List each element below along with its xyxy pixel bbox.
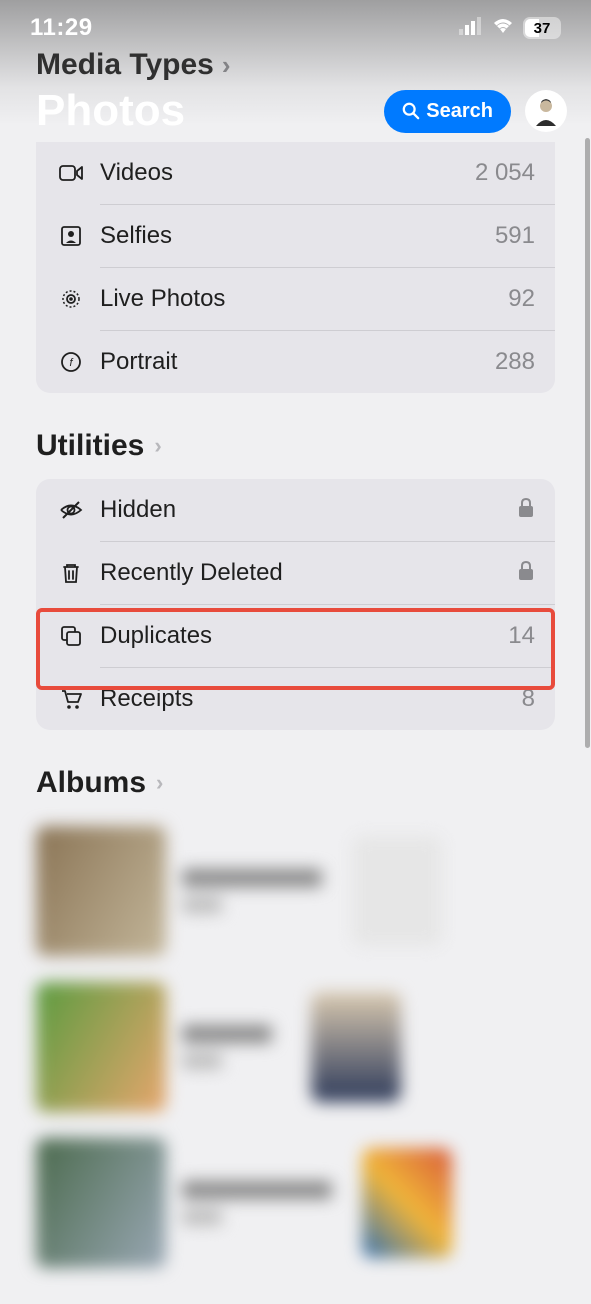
chevron-right-icon: › xyxy=(222,50,231,81)
live-photos-label: Live Photos xyxy=(100,285,508,313)
utilities-card: Hidden Recently Deleted Duplicates 14 Re… xyxy=(36,479,555,730)
lock-icon xyxy=(517,561,535,586)
portrait-row[interactable]: f Portrait 288 xyxy=(36,331,555,393)
albums-title: Albums xyxy=(36,766,146,800)
status-right: 37 xyxy=(459,17,561,40)
scroll-indicator[interactable] xyxy=(585,138,590,748)
hidden-label: Hidden xyxy=(100,496,517,524)
battery-icon: 37 xyxy=(523,17,561,39)
lock-icon xyxy=(517,498,535,523)
chevron-right-icon: › xyxy=(154,433,161,459)
portrait-icon: f xyxy=(56,350,86,374)
utilities-title: Utilities xyxy=(36,429,144,463)
search-button[interactable]: Search xyxy=(384,90,511,133)
trash-icon xyxy=(56,561,86,585)
status-time: 11:29 xyxy=(30,14,93,42)
selfies-row[interactable]: Selfies 591 xyxy=(36,205,555,267)
album-item[interactable] xyxy=(311,982,556,1112)
eye-slash-icon xyxy=(56,498,86,522)
duplicates-icon xyxy=(56,624,86,648)
album-item[interactable] xyxy=(36,826,322,956)
duplicates-label: Duplicates xyxy=(100,622,508,650)
portrait-label: Portrait xyxy=(100,348,495,376)
album-item[interactable] xyxy=(36,982,281,1112)
portrait-count: 288 xyxy=(495,348,535,376)
cart-icon xyxy=(56,687,86,711)
svg-text:f: f xyxy=(69,357,73,369)
utilities-header[interactable]: Utilities › xyxy=(0,393,591,479)
duplicates-row[interactable]: Duplicates 14 xyxy=(36,605,555,667)
live-photos-count: 92 xyxy=(508,285,535,313)
status-bar: 11:29 37 xyxy=(0,0,591,48)
selfies-label: Selfies xyxy=(100,222,495,250)
wifi-icon xyxy=(491,17,515,40)
album-item[interactable] xyxy=(362,1138,555,1268)
chevron-right-icon: › xyxy=(156,770,163,796)
video-icon xyxy=(56,161,86,185)
live-photos-row[interactable]: Live Photos 92 xyxy=(36,268,555,330)
duplicates-count: 14 xyxy=(508,622,535,650)
avatar-image xyxy=(531,96,561,126)
videos-count: 2 054 xyxy=(475,159,535,187)
receipts-count: 8 xyxy=(522,685,535,713)
recently-deleted-label: Recently Deleted xyxy=(100,559,517,587)
album-item[interactable] xyxy=(36,1138,332,1268)
media-types-label: Media Types xyxy=(36,48,214,82)
receipts-row[interactable]: Receipts 8 xyxy=(36,668,555,730)
recently-deleted-row[interactable]: Recently Deleted xyxy=(36,542,555,604)
albums-header[interactable]: Albums › xyxy=(0,730,591,816)
videos-label: Videos xyxy=(100,159,475,187)
search-button-label: Search xyxy=(426,100,493,123)
live-photos-icon xyxy=(56,287,86,311)
album-item[interactable] xyxy=(352,826,555,956)
media-types-header[interactable]: Media Types › xyxy=(0,48,591,82)
albums-grid xyxy=(0,816,591,1304)
profile-avatar[interactable] xyxy=(525,90,567,132)
search-icon xyxy=(402,102,420,120)
page-title: Photos xyxy=(36,86,384,136)
hidden-row[interactable]: Hidden xyxy=(36,479,555,541)
videos-row[interactable]: Videos 2 054 xyxy=(36,142,555,204)
header-row: Photos Search xyxy=(0,82,591,148)
selfies-icon xyxy=(56,224,86,248)
media-types-card: Videos 2 054 Selfies 591 Live Photos 92 … xyxy=(36,142,555,393)
receipts-label: Receipts xyxy=(100,685,522,713)
cellular-signal-icon xyxy=(459,17,483,40)
battery-level-text: 37 xyxy=(534,20,551,37)
selfies-count: 591 xyxy=(495,222,535,250)
